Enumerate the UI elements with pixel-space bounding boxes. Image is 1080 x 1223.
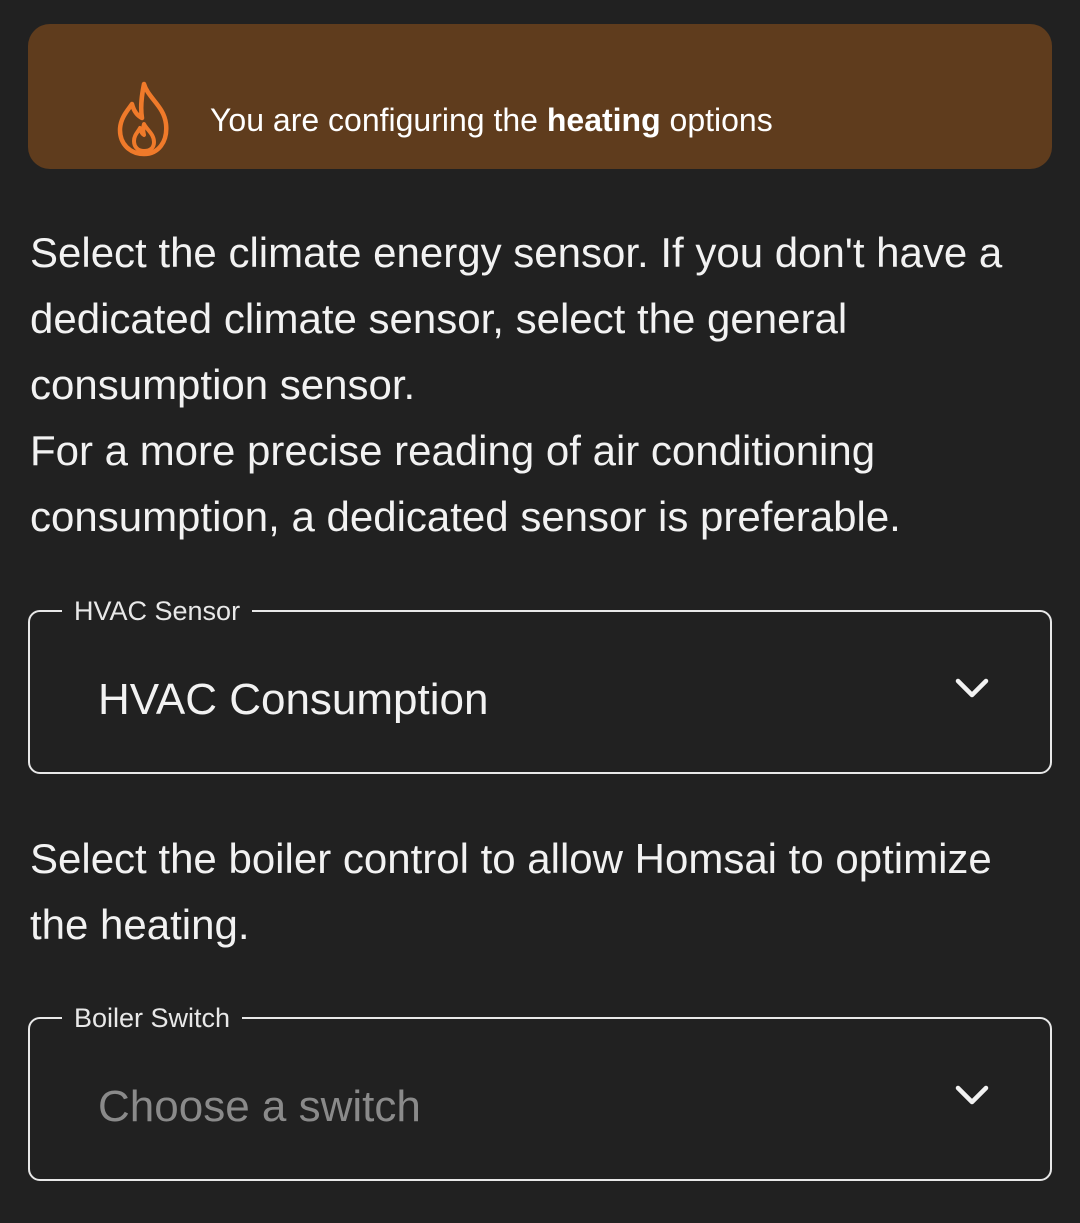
- boiler-switch-select[interactable]: Boiler Switch Choose a switch: [28, 1003, 1052, 1181]
- hvac-description: Select the climate energy sensor. If you…: [30, 220, 1050, 550]
- boiler-description-text: Select the boiler control to allow Homsa…: [30, 835, 992, 948]
- boiler-description: Select the boiler control to allow Homsa…: [30, 826, 1050, 958]
- hvac-description-line1: Select the climate energy sensor. If you…: [30, 229, 1003, 408]
- chevron-down-icon[interactable]: [954, 676, 990, 700]
- hvac-sensor-select[interactable]: HVAC Sensor HVAC Consumption: [28, 596, 1052, 774]
- banner-highlight: heating: [546, 102, 661, 138]
- hvac-sensor-label: HVAC Sensor: [62, 596, 253, 626]
- boiler-switch-label: Boiler Switch: [62, 1003, 243, 1033]
- flame-icon: [117, 81, 169, 157]
- banner-message: You are configuring the heating options: [210, 102, 773, 138]
- chevron-down-icon[interactable]: [954, 1083, 990, 1107]
- info-banner: You are configuring the heating options: [28, 24, 1052, 169]
- hvac-sensor-value: HVAC Consumption: [98, 675, 489, 724]
- hvac-description-line2: For a more precise reading of air condit…: [30, 427, 901, 540]
- boiler-switch-placeholder: Choose a switch: [98, 1082, 421, 1131]
